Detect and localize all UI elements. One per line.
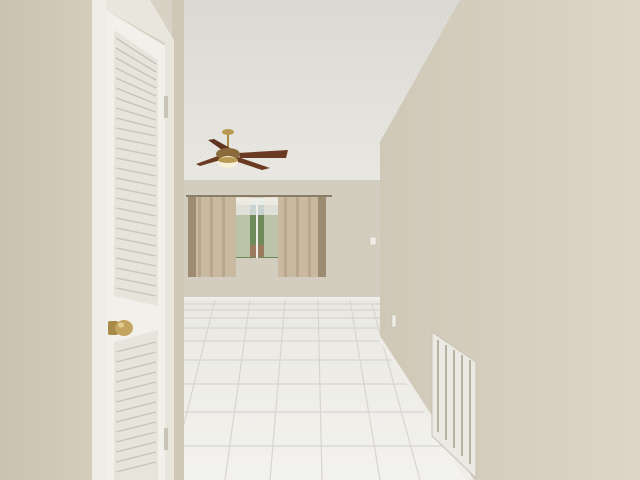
light-switch	[369, 236, 377, 246]
louvered-closet-door[interactable]	[106, 10, 168, 480]
hallway-illustration	[0, 0, 640, 480]
door-trim	[92, 0, 106, 480]
door-knob-icon[interactable]	[108, 320, 133, 336]
wall-outlet	[391, 314, 397, 328]
left-wall	[0, 0, 92, 480]
hallway-scene	[0, 0, 640, 480]
